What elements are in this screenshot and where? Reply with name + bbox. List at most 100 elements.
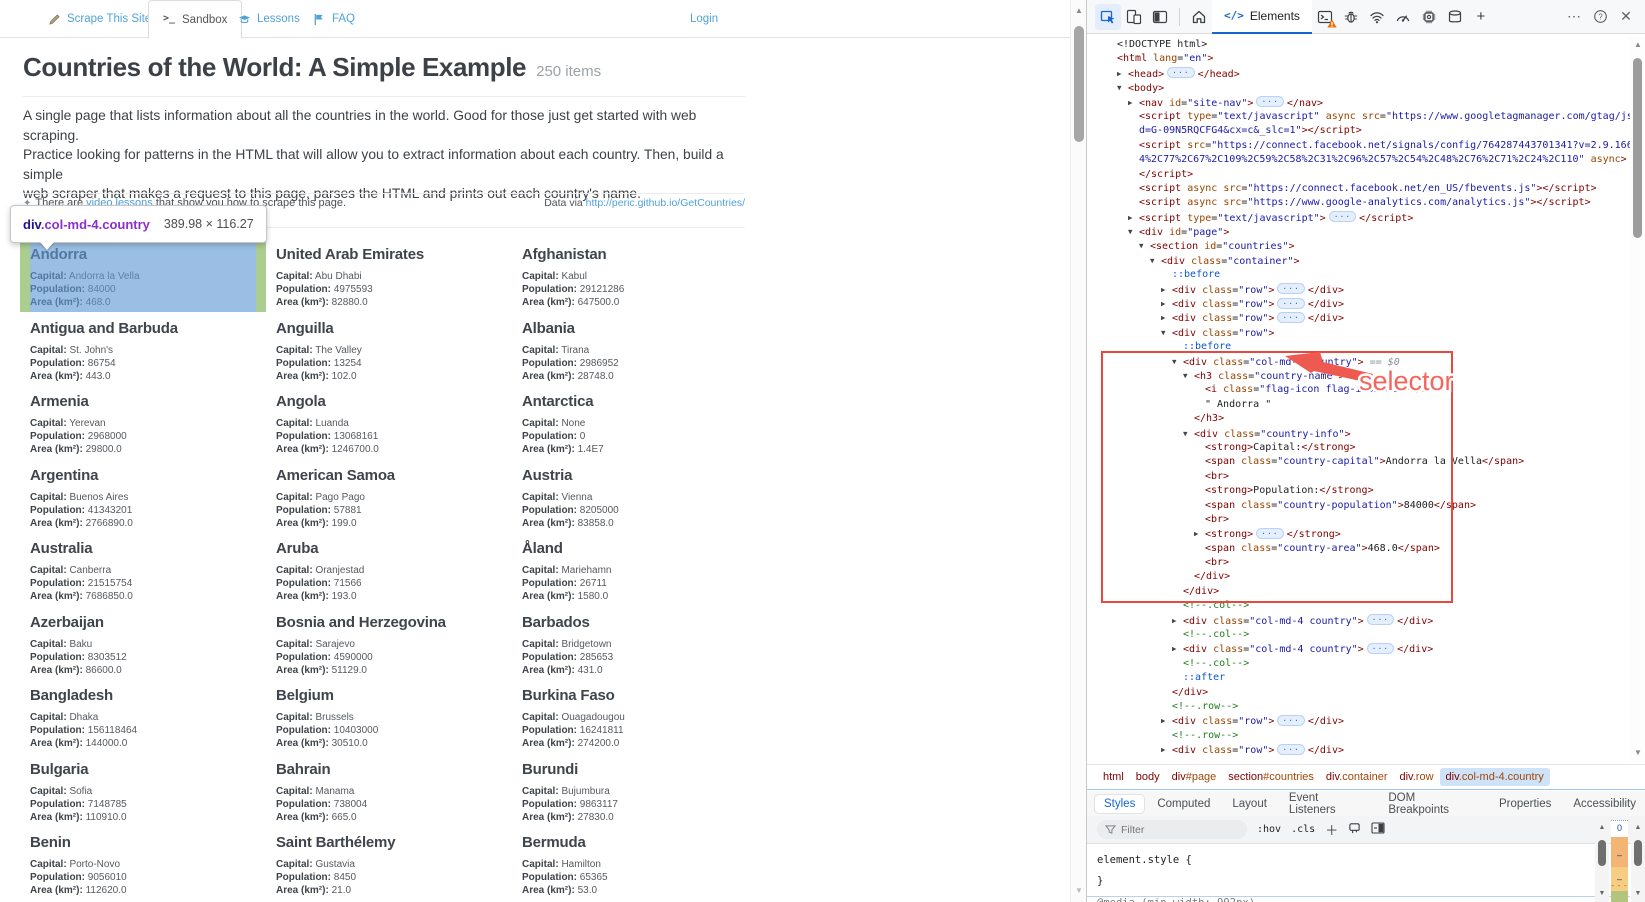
dom-tree[interactable]: <!DOCTYPE html><html lang="en">▶<head>··…: [1087, 38, 1630, 762]
dom-tree-line[interactable]: ::before: [1087, 340, 1630, 354]
data-source-link[interactable]: http://peric.github.io/GetCountries/: [586, 197, 745, 209]
scrollbar-thumb[interactable]: [1598, 840, 1606, 866]
expand-arrow-icon[interactable]: ▶: [1161, 311, 1172, 325]
dom-tree-line[interactable]: <!DOCTYPE html>: [1087, 38, 1630, 52]
memory-chip-icon[interactable]: [1416, 4, 1442, 30]
dom-tree-line[interactable]: ▶<div class="row">···</div>: [1087, 283, 1630, 297]
dom-tree-line[interactable]: <script async src="https://connect.faceb…: [1087, 182, 1630, 196]
breadcrumb-item[interactable]: div.col-md-4.country: [1440, 768, 1550, 786]
dom-tree-line[interactable]: <!--.col-->: [1087, 599, 1630, 613]
expand-arrow-icon[interactable]: ▶: [1172, 642, 1183, 656]
breadcrumb-item[interactable]: div.container: [1320, 768, 1394, 786]
scroll-down-arrow-icon[interactable]: ▼: [1073, 886, 1085, 895]
console-panel-icon[interactable]: [1312, 4, 1338, 30]
dom-tree-line[interactable]: <strong>Capital:</strong>: [1087, 441, 1630, 455]
nav-brand-link[interactable]: Scrape This Site: [48, 0, 151, 38]
dom-tree-line[interactable]: </div>: [1087, 585, 1630, 599]
dom-tree-line[interactable]: <script src="https://connect.facebook.ne…: [1087, 139, 1630, 153]
dom-tree-line[interactable]: ▼<div class="row">: [1087, 326, 1630, 340]
styles-tab-layout[interactable]: Layout: [1223, 795, 1276, 813]
expand-ellipsis-icon[interactable]: ···: [1167, 67, 1194, 78]
tab-elements[interactable]: </> Elements: [1212, 0, 1312, 34]
toggle-class-button[interactable]: .cls: [1291, 824, 1315, 835]
collapse-arrow-icon[interactable]: ▼: [1128, 225, 1139, 239]
scrollbar-thumb[interactable]: [1634, 840, 1642, 866]
expand-arrow-icon[interactable]: ▶: [1128, 211, 1139, 225]
styles-filter-input[interactable]: [1097, 820, 1247, 839]
scroll-up-arrow-icon[interactable]: ▲: [1632, 40, 1644, 49]
dom-tree-line[interactable]: <strong>Population:</strong>: [1087, 484, 1630, 498]
dom-tree-line[interactable]: ▶<head>···</head>: [1087, 67, 1630, 81]
page-scrollbar-thumb[interactable]: [1074, 26, 1084, 142]
dom-tree-line[interactable]: ▶<div class="col-md-4 country">···</div>: [1087, 642, 1630, 656]
help-icon[interactable]: ?: [1587, 4, 1613, 30]
expand-arrow-icon[interactable]: ▶: [1172, 614, 1183, 628]
dom-tree-line[interactable]: <!--.row-->: [1087, 729, 1630, 743]
dom-tree-line[interactable]: ▶<div class="row">···</div>: [1087, 311, 1630, 325]
collapse-arrow-icon[interactable]: ▼: [1183, 427, 1194, 441]
welcome-home-icon[interactable]: [1186, 4, 1212, 30]
dom-tree-scrollbar[interactable]: ▲ ▼: [1630, 36, 1645, 762]
styles-tab-styles[interactable]: Styles: [1095, 795, 1144, 813]
expand-ellipsis-icon[interactable]: ···: [1277, 312, 1304, 323]
dom-tree-line[interactable]: ▼<div class="country-info">: [1087, 427, 1630, 441]
dom-tree-line[interactable]: ▼<div class="container">: [1087, 254, 1630, 268]
element-style-rule[interactable]: element.style { }: [1087, 844, 1630, 902]
dom-tree-line[interactable]: <br>: [1087, 470, 1630, 484]
computed-sidebar-icon[interactable]: [1371, 822, 1385, 837]
scroll-down-arrow-icon[interactable]: ▼: [1596, 890, 1608, 897]
dom-tree-line[interactable]: 4%2C77%2C67%2C109%2C59%2C58%2C31%2C96%2C…: [1087, 153, 1630, 167]
expand-ellipsis-icon[interactable]: ···: [1277, 715, 1304, 726]
dom-tree-line[interactable]: ▼...<div class="col-md-4 country"> == $0: [1087, 355, 1630, 369]
dom-tree-line[interactable]: ▼<div id="page">: [1087, 225, 1630, 239]
dom-tree-line[interactable]: ▶<strong>···</strong>: [1087, 527, 1630, 541]
close-devtools-icon[interactable]: ✕: [1613, 4, 1639, 30]
device-toolbar-icon[interactable]: [1121, 4, 1147, 30]
element-state-icon[interactable]: [1348, 822, 1361, 838]
dom-tree-line[interactable]: <br>: [1087, 556, 1630, 570]
dom-tree-line[interactable]: <br>: [1087, 513, 1630, 527]
dom-tree-line[interactable]: </div>: [1087, 686, 1630, 700]
dock-side-icon[interactable]: [1147, 4, 1173, 30]
dom-tree-line[interactable]: <span class="country-capital">Andorra la…: [1087, 455, 1630, 469]
performance-gauge-icon[interactable]: [1390, 4, 1416, 30]
styles-tab-computed[interactable]: Computed: [1148, 795, 1219, 813]
expand-arrow-icon[interactable]: ▶: [1161, 714, 1172, 728]
dom-tree-line[interactable]: <script type="text/javascript" async src…: [1087, 110, 1630, 124]
dom-tree-line[interactable]: <!--.col-->: [1087, 628, 1630, 642]
breadcrumb-item[interactable]: section#countries: [1222, 768, 1320, 786]
expand-ellipsis-icon[interactable]: ···: [1329, 211, 1356, 222]
dom-tree-line[interactable]: ::after: [1087, 671, 1630, 685]
styles-tab-accessibility[interactable]: Accessibility: [1564, 795, 1645, 813]
expand-arrow-icon[interactable]: ▶: [1161, 743, 1172, 757]
dom-tree-line[interactable]: <span class="country-population">84000</…: [1087, 499, 1630, 513]
element-style-close[interactable]: }: [1097, 871, 1630, 892]
expand-ellipsis-icon[interactable]: ···: [1367, 643, 1394, 654]
expand-arrow-icon[interactable]: ▶: [1128, 96, 1139, 110]
collapse-arrow-icon[interactable]: ▼: [1172, 355, 1183, 369]
collapse-arrow-icon[interactable]: ▼: [1139, 239, 1150, 253]
dom-tree-line[interactable]: <span class="country-area">468.0</span>: [1087, 542, 1630, 556]
dom-tree-line[interactable]: <html lang="en">: [1087, 52, 1630, 66]
collapse-arrow-icon[interactable]: ▼: [1150, 254, 1161, 268]
breadcrumb-item[interactable]: body: [1130, 768, 1166, 786]
pane-scrollbar[interactable]: ▲ ▼: [1631, 820, 1645, 902]
scroll-up-arrow-icon[interactable]: ▲: [1632, 824, 1644, 831]
new-style-rule-icon[interactable]: ＋: [1325, 820, 1338, 839]
expand-ellipsis-icon[interactable]: ···: [1277, 283, 1304, 294]
page-scrollbar[interactable]: ▲ ▼: [1070, 0, 1086, 902]
scroll-up-arrow-icon[interactable]: ▲: [1596, 824, 1608, 831]
styles-tab-dom-breakpoints[interactable]: DOM Breakpoints: [1379, 789, 1486, 819]
element-style-open[interactable]: element.style {: [1097, 850, 1630, 871]
styles-tab-properties[interactable]: Properties: [1490, 795, 1560, 813]
dom-scrollbar-thumb[interactable]: [1633, 58, 1642, 238]
dom-tree-line[interactable]: ::before: [1087, 268, 1630, 282]
scroll-up-arrow-icon[interactable]: ▲: [1073, 6, 1085, 15]
dom-tree-line[interactable]: ▼<section id="countries">: [1087, 239, 1630, 253]
toggle-hover-state-button[interactable]: :hov: [1257, 824, 1281, 835]
network-wifi-icon[interactable]: [1364, 4, 1390, 30]
storage-cylinder-icon[interactable]: [1442, 4, 1468, 30]
nav-faq-link[interactable]: FAQ: [313, 0, 355, 38]
scroll-down-arrow-icon[interactable]: ▼: [1632, 748, 1644, 757]
expand-ellipsis-icon[interactable]: ···: [1256, 96, 1283, 107]
